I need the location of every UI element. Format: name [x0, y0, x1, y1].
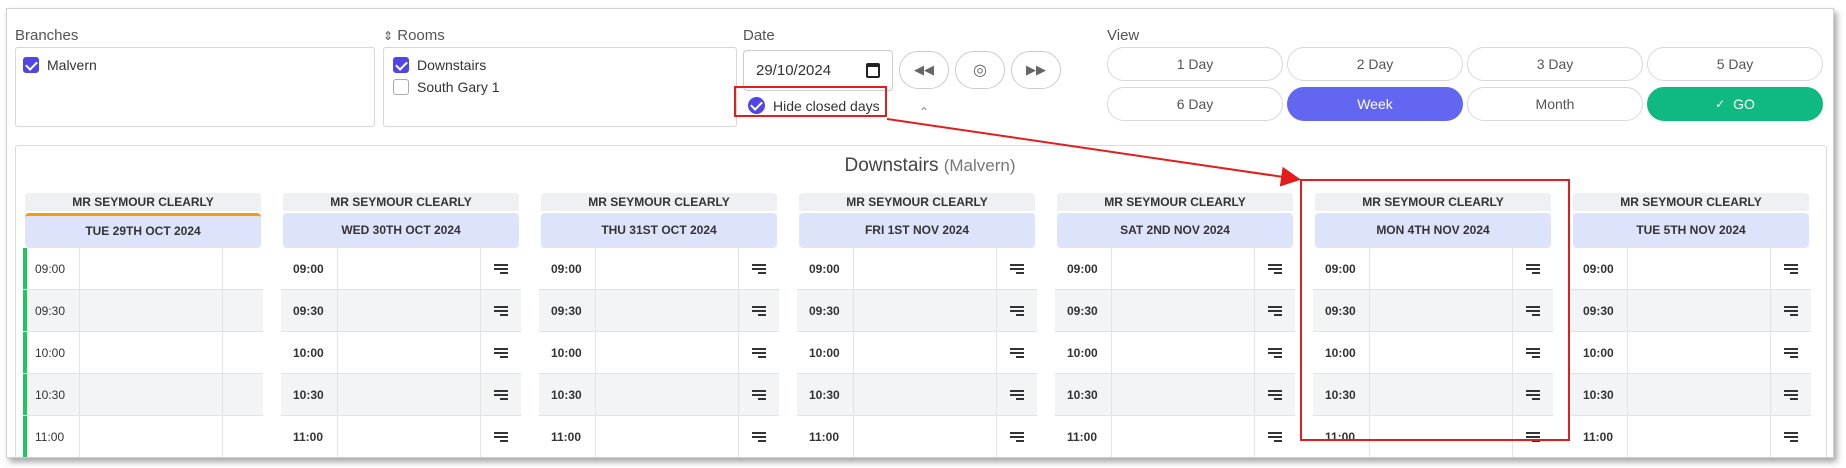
- annotation-arrow: [886, 118, 1301, 187]
- app-window: Branches Malvern ⇕ Rooms Downstairs Sout…: [6, 8, 1834, 458]
